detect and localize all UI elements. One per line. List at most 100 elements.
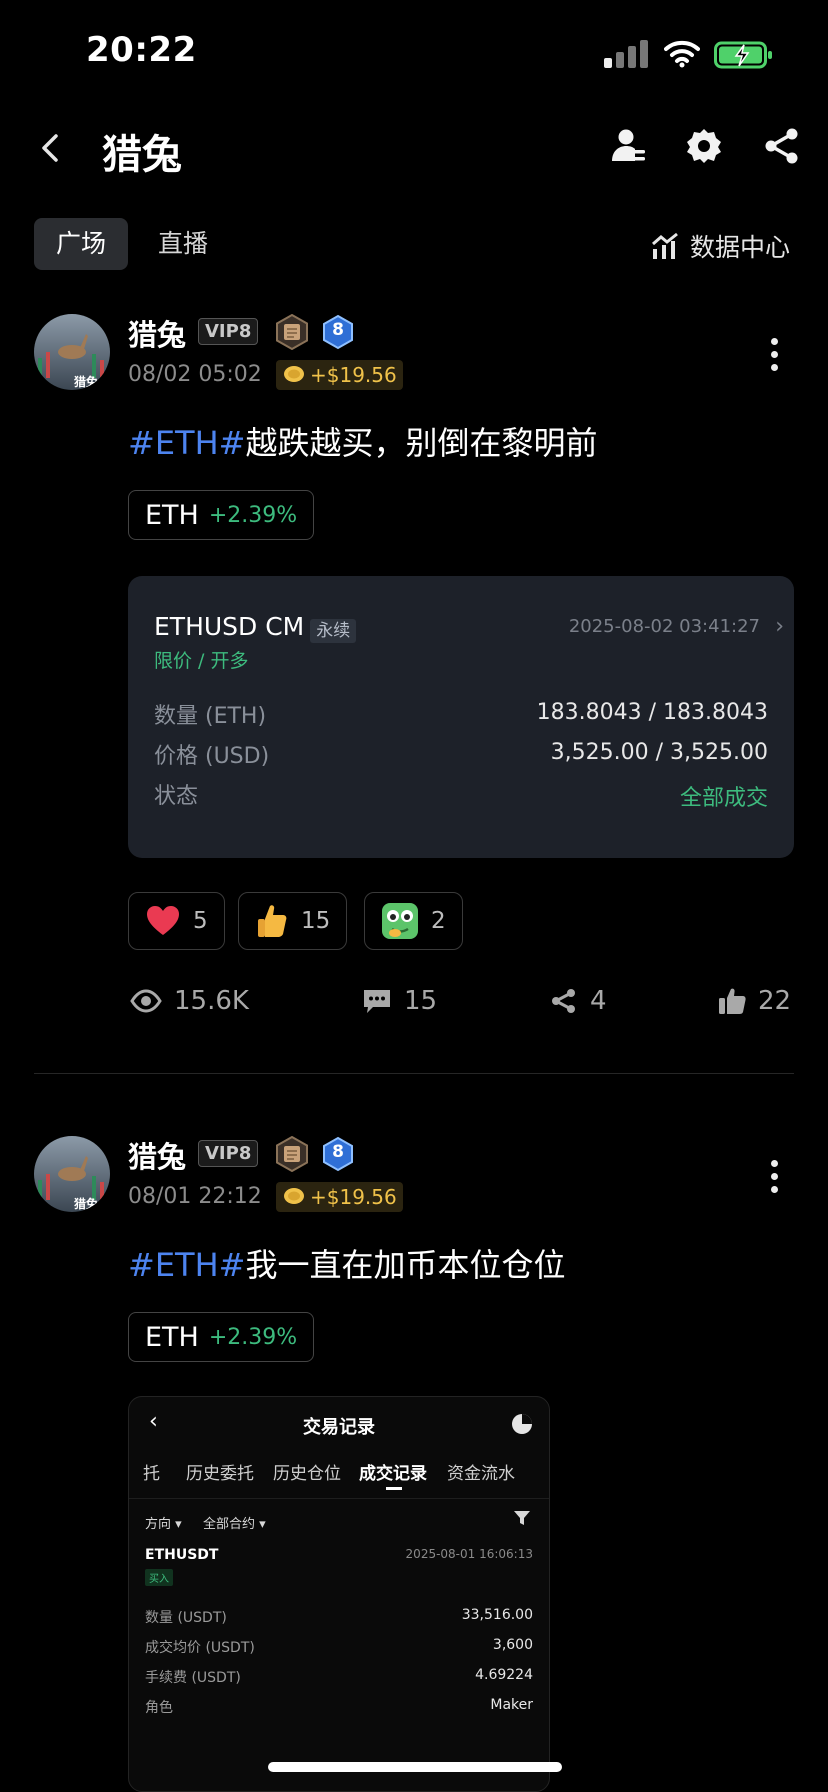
settings-gear-icon[interactable] (684, 126, 724, 166)
back-icon[interactable] (36, 128, 66, 168)
trade-row-value: Maker (490, 1697, 533, 1713)
author-name[interactable]: 猎兔 (128, 312, 186, 354)
pie-chart-icon (512, 1414, 532, 1434)
order-symbol: ETHUSD CM (154, 612, 305, 641)
data-center-label: 数据中心 (690, 233, 791, 262)
post-divider (34, 1073, 794, 1074)
coin-symbol: ETH (145, 499, 199, 531)
filter-funnel-icon (514, 1511, 530, 1525)
order-status: 全部成交 (679, 786, 768, 811)
user-follow-icon[interactable] (608, 126, 648, 166)
shares-count: 4 (590, 986, 607, 1016)
trade-row-value: 33,516.00 (461, 1607, 533, 1623)
order-row-label: 状态 (154, 784, 199, 809)
level-number: 8 (332, 1142, 344, 1162)
scroll-medal-icon (276, 1136, 308, 1172)
battery-charging-icon (714, 41, 772, 69)
separator (129, 1498, 549, 1499)
post-text: 我一直在加币本位仓位 (245, 1246, 566, 1284)
avatar[interactable]: 猎兔 (34, 314, 110, 390)
author-name[interactable]: 猎兔 (128, 1134, 186, 1176)
order-row-label: 价格 (USD) (154, 744, 270, 769)
post-content[interactable]: #ETH#越跌越买，别倒在黎明前 (128, 418, 597, 464)
reaction-heart[interactable]: 5 (128, 892, 225, 950)
tab-fills: 成交记录 (359, 1464, 427, 1484)
order-symbol-line: ETHUSD CM 永续 (154, 612, 357, 643)
trade-symbol: ETHUSDT (145, 1547, 219, 1563)
coin-change: +2.39% (208, 1324, 298, 1350)
comments-count: 15 (404, 986, 438, 1016)
rabbit-avatar-icon: 猎兔 (34, 314, 110, 390)
profit-value: +$19.56 (310, 1185, 397, 1209)
svg-text:猎兔: 猎兔 (74, 374, 98, 389)
like-button[interactable]: 22 (718, 986, 791, 1016)
order-type: 限价 / 开多 (154, 650, 249, 672)
reaction-thumbs-up[interactable]: 15 (238, 892, 348, 950)
trade-row-label: 数量 (USDT) (145, 1610, 227, 1626)
coin-symbol: ETH (145, 1321, 199, 1353)
coin-icon (284, 1188, 304, 1204)
trade-row-value: 3,600 (492, 1637, 533, 1653)
share-button[interactable]: 4 (550, 986, 607, 1016)
trade-row-label: 成交均价 (USDT) (145, 1640, 255, 1656)
trade-row-label: 手续费 (USDT) (145, 1670, 241, 1686)
more-options-icon[interactable] (770, 1160, 778, 1200)
rabbit-avatar-icon: 猎兔 (34, 1136, 110, 1212)
tab-square[interactable]: 广场 (34, 218, 129, 270)
order-card[interactable]: ETHUSD CM 永续 2025-08-02 03:41:27 › 限价 / 开… (128, 576, 794, 858)
coin-chip[interactable]: ETH +2.39% (128, 490, 315, 540)
more-options-icon[interactable] (770, 338, 778, 378)
coin-change: +2.39% (208, 502, 298, 528)
reaction-count: 2 (431, 908, 446, 934)
tab-fund-flow: 资金流水 (447, 1464, 515, 1484)
wifi-icon (664, 40, 700, 68)
reaction-frog[interactable]: 2 (364, 892, 463, 950)
hashtag-link[interactable]: #ETH# (128, 1246, 245, 1284)
trade-row-label: 角色 (145, 1700, 173, 1716)
tab-live[interactable]: 直播 (136, 218, 230, 270)
order-datetime: 2025-08-02 03:41:27 (568, 616, 760, 637)
status-time: 20:22 (86, 30, 197, 70)
frog-emoji-icon (382, 903, 418, 939)
vip-badge: VIP8 (198, 1140, 259, 1167)
post-time: 08/02 05:02 (128, 362, 262, 387)
trade-record-screenshot[interactable]: ‹ 交易记录 ‌托 历史委托 历史仓位 成交记录 资金流水 方向 ▾ 全部合约 … (128, 1396, 550, 1792)
level-badge: 8 (320, 314, 356, 350)
share-icon[interactable] (762, 126, 802, 166)
eye-icon (130, 989, 162, 1013)
views-count: 15.6K (174, 986, 249, 1016)
chevron-right-icon: › (775, 614, 784, 639)
order-row-value: 3,525.00 / 3,525.00 (550, 740, 768, 765)
post-content[interactable]: #ETH#我一直在加币本位仓位 (128, 1240, 565, 1286)
reaction-count: 5 (193, 908, 208, 934)
trade-datetime: 2025-08-01 16:06:13 (405, 1547, 533, 1561)
views-stat: 15.6K (130, 986, 249, 1016)
likes-count: 22 (758, 986, 792, 1016)
active-tab-underline (386, 1487, 402, 1490)
trade-record-title: 交易记录 (303, 1417, 375, 1438)
coin-icon (284, 366, 304, 382)
data-center-button[interactable]: 数据中心 (650, 226, 790, 266)
post-time: 08/01 22:12 (128, 1184, 262, 1209)
trade-record-tabs: ‌托 历史委托 历史仓位 成交记录 资金流水 (129, 1459, 549, 1493)
contract-type-badge: 永续 (310, 618, 357, 643)
cellular-signal-icon (604, 40, 648, 68)
avatar[interactable]: 猎兔 (34, 1136, 110, 1212)
hashtag-link[interactable]: #ETH# (128, 424, 245, 462)
home-indicator[interactable] (268, 1762, 562, 1772)
share-icon (552, 989, 575, 1013)
post-text: 越跌越买，别倒在黎明前 (245, 424, 598, 462)
direction-filter: 方向 ▾ (145, 1517, 182, 1532)
comment-icon (364, 990, 390, 1013)
tab-history-positions: 历史仓位 (273, 1464, 341, 1484)
coin-chip[interactable]: ETH +2.39% (128, 1312, 315, 1362)
order-row-value: 183.8043 / 183.8043 (536, 700, 768, 725)
thumbs-up-icon (719, 988, 746, 1014)
reaction-count: 15 (301, 908, 331, 934)
profit-badge: +$19.56 (276, 360, 403, 390)
comments-button[interactable]: 15 (362, 986, 437, 1016)
level-number: 8 (332, 320, 344, 340)
profit-badge: +$19.56 (276, 1182, 403, 1212)
level-badge: 8 (320, 1136, 356, 1172)
profit-value: +$19.56 (310, 363, 397, 387)
